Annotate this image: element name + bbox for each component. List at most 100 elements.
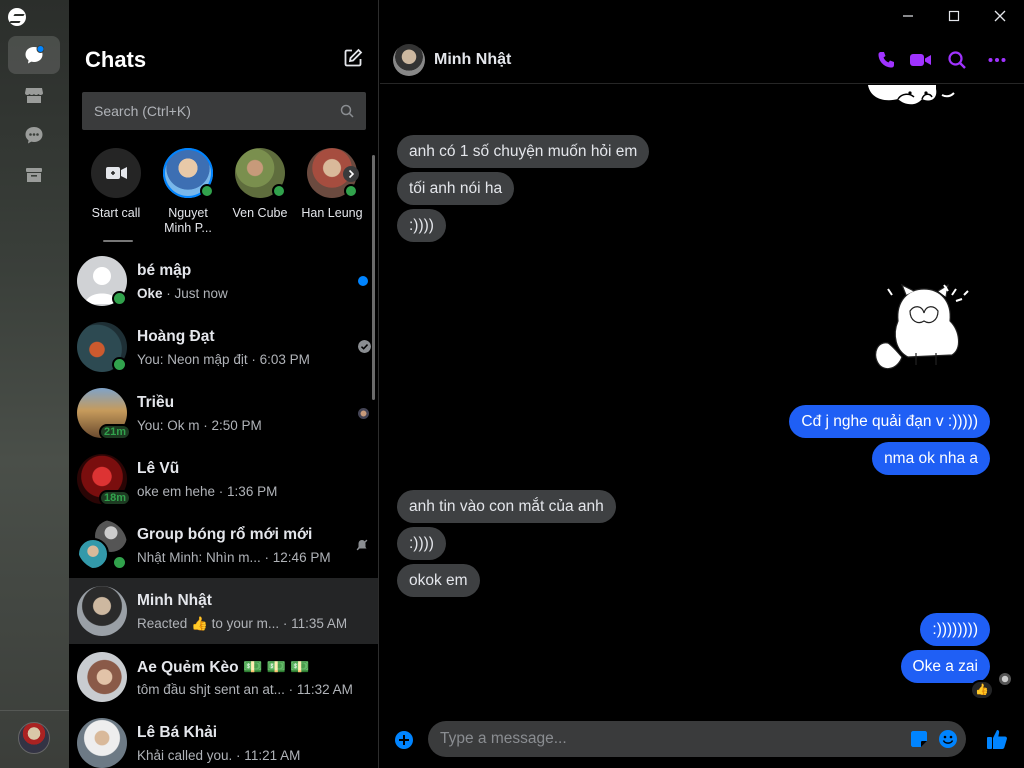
avatar[interactable] — [393, 44, 425, 76]
avatar — [77, 586, 127, 636]
sticker-cat-covering-face[interactable] — [868, 281, 974, 377]
maximize-icon — [948, 10, 960, 22]
maximize-button[interactable] — [938, 6, 970, 26]
message-composer — [380, 710, 1024, 768]
search-icon[interactable] — [947, 50, 967, 70]
minimize-button[interactable] — [892, 6, 924, 26]
message-incoming[interactable]: :)))) — [397, 209, 446, 242]
conversation-header: Minh Nhật — [380, 40, 1024, 84]
story-scroll-indicator — [103, 240, 133, 242]
chat-item-trieu[interactable]: 21m Triều You: Ok m · 2:50 PM — [69, 380, 378, 446]
video-call-icon — [91, 148, 141, 198]
search-icon — [340, 104, 354, 118]
online-dot — [200, 184, 214, 198]
chat-name: Minh Nhật — [137, 592, 212, 609]
chat-name: Hoàng Đạt — [137, 328, 215, 345]
chat-item-minh-nhat[interactable]: Minh Nhật Reacted 👍 to your m... · 11:35… — [69, 578, 378, 644]
close-icon — [994, 10, 1006, 22]
message-incoming[interactable]: anh có 1 số chuyện muốn hỏi em — [397, 135, 650, 168]
message-incoming[interactable]: tối anh nói ha — [397, 172, 515, 205]
chat-item-hoang-dat[interactable]: Hoàng Đạt You: Neon mập địt · 6:03 PM — [69, 314, 378, 380]
chat-name: Ae Quẻm Kèo 💵 💵 💵 — [137, 659, 310, 676]
sent-check-icon — [358, 340, 371, 353]
message-incoming[interactable]: :)))) — [397, 527, 446, 560]
story-label: Han Leung — [301, 206, 363, 220]
rail-chats-button[interactable] — [8, 36, 60, 74]
message-outgoing[interactable]: Cđ j nghe quải đạn v :))))) — [789, 405, 990, 438]
close-button[interactable] — [984, 6, 1016, 26]
active-contact-han[interactable]: Han Leung — [297, 148, 367, 221]
chat-name: Lê Vũ — [137, 460, 180, 477]
story-label: Nguyet Minh P... — [164, 206, 212, 235]
messenger-logo-icon — [8, 8, 26, 26]
active-minutes-badge: 21m — [99, 424, 132, 440]
conversation-panel: Minh Nhật anh có 1 số chuyện muốn hỏi em… — [380, 0, 1024, 768]
profile-avatar[interactable] — [18, 722, 50, 754]
chat-preview: Reacted 👍 to your m... · 11:35 AM — [137, 616, 348, 631]
active-contact-nguyet[interactable]: Nguyet Minh P... — [153, 148, 223, 236]
chat-preview: tôm đầu shjt sent an at... · 11:32 AM — [137, 682, 353, 697]
message-outgoing[interactable]: nma ok nha a — [872, 442, 990, 475]
message-thread: anh có 1 số chuyện muốn hỏi em tối anh n… — [380, 85, 1024, 710]
rail-marketplace-button[interactable] — [8, 76, 60, 114]
chat-preview: You: Neon mập địt · 6:03 PM — [137, 352, 310, 367]
avatar — [77, 652, 127, 702]
chat-item-be-map[interactable]: bé mập Oke · Just now — [69, 248, 378, 314]
story-label: Ven Cube — [232, 206, 288, 220]
chat-preview: oke em hehe · 1:36 PM — [137, 484, 278, 499]
message-input[interactable] — [428, 721, 966, 757]
chat-preview: Nhật Minh: Nhìn m... · 12:46 PM — [137, 550, 331, 565]
sticker-icon[interactable] — [910, 730, 928, 748]
emoji-icon[interactable] — [938, 729, 958, 749]
chat-item-ae-quem-keo[interactable]: Ae Quẻm Kèo 💵 💵 💵 tôm đầu shjt sent an a… — [69, 644, 378, 710]
message-outgoing[interactable]: :)))))))) — [920, 613, 990, 646]
muted-bell-icon — [356, 539, 368, 551]
search-box — [82, 92, 366, 130]
seen-avatar — [358, 408, 369, 419]
chat-preview: Khải called you. · 11:21 AM — [137, 748, 301, 763]
story-label: Start call — [91, 206, 141, 220]
avatar — [163, 148, 214, 198]
more-options-icon[interactable] — [987, 50, 1007, 70]
chevron-right-icon[interactable] — [343, 166, 359, 182]
chat-list: bé mập Oke · Just now Hoàng Đạt You: Neo… — [69, 248, 378, 768]
seen-avatar — [999, 673, 1011, 685]
message-incoming[interactable]: anh tin vào con mắt của anh — [397, 490, 616, 523]
start-call-button[interactable]: Start call — [81, 148, 151, 221]
online-dot — [112, 291, 127, 306]
active-contacts-row: Start call Nguyet Minh P... Ven Cube Han… — [69, 148, 369, 244]
store-icon — [25, 88, 43, 103]
online-dot — [272, 184, 286, 198]
compose-icon[interactable] — [343, 48, 363, 68]
like-thumbs-up-icon[interactable] — [986, 728, 1008, 750]
phone-icon[interactable] — [876, 50, 896, 70]
chat-list-panel: Chats Start call Nguyet Minh P... Ven Cu… — [69, 0, 379, 768]
sticker-cat-partial — [868, 85, 955, 105]
chat-item-le-vu[interactable]: 18m Lê Vũ oke em hehe · 1:36 PM — [69, 446, 378, 512]
reaction-badge[interactable]: 👍 — [970, 680, 994, 700]
page-title: Chats — [85, 47, 147, 72]
chat-item-group-bong-ro[interactable]: Group bóng rổ mới mới Nhật Minh: Nhìn m.… — [69, 512, 378, 578]
message-input-box — [428, 721, 966, 757]
online-dot — [112, 555, 127, 570]
rail-archive-button[interactable] — [8, 156, 60, 194]
archive-icon — [26, 168, 42, 182]
search-input[interactable] — [82, 92, 366, 130]
message-outgoing[interactable]: Oke a zai — [900, 650, 990, 683]
chat-bubble-icon — [25, 45, 44, 64]
chat-preview: Oke · Just now — [137, 286, 228, 301]
conversation-title[interactable]: Minh Nhật — [434, 51, 511, 69]
active-minutes-badge: 18m — [99, 490, 132, 506]
chat-item-le-ba-khai[interactable]: Lê Bá Khải Khải called you. · 11:21 AM — [69, 710, 378, 768]
online-dot — [112, 357, 127, 372]
online-dot — [344, 184, 358, 198]
chat-name: Triều — [137, 394, 175, 411]
avatar — [77, 718, 127, 768]
video-call-icon[interactable] — [909, 50, 933, 70]
chat-name: bé mập — [137, 262, 192, 279]
add-attachment-icon[interactable] — [394, 730, 414, 750]
message-incoming[interactable]: okok em — [397, 564, 480, 597]
message-requests-icon — [25, 127, 43, 144]
rail-requests-button[interactable] — [8, 116, 60, 154]
active-contact-ven[interactable]: Ven Cube — [225, 148, 295, 221]
